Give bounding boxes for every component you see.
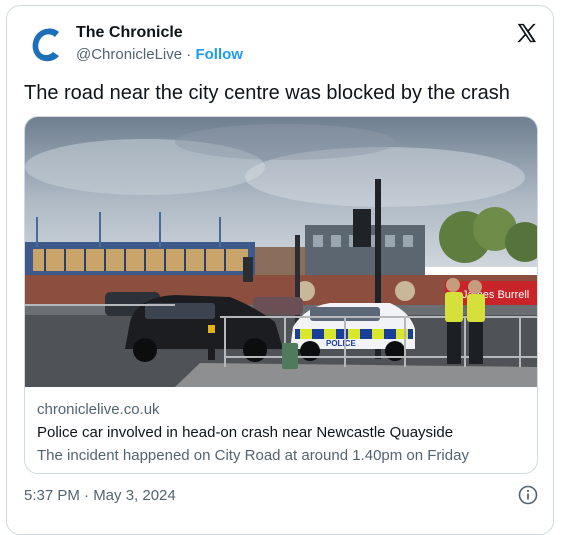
embedded-post-card: The Chronicle @ChronicleLive · Follow Th…	[6, 5, 554, 535]
info-icon[interactable]	[518, 485, 538, 505]
author-handle[interactable]: @ChronicleLive	[76, 46, 182, 63]
link-title: Police car involved in head-on crash nea…	[37, 424, 454, 441]
post-timestamp[interactable]: 5:37 PM · May 3, 2024	[24, 487, 176, 504]
x-logo-icon[interactable]	[515, 22, 537, 44]
post-text: The road near the city centre was blocke…	[24, 82, 510, 104]
police-car-text: POLICE	[326, 339, 356, 348]
follow-button[interactable]: Follow	[195, 46, 243, 63]
chronicle-logo-icon[interactable]	[27, 23, 69, 65]
separator-dot: ·	[186, 46, 192, 63]
crash-scene-photo: James Burrell POLICE	[25, 117, 537, 387]
link-domain: chroniclelive.co.uk	[37, 401, 160, 418]
author-name[interactable]: The Chronicle	[76, 24, 183, 42]
link-description: The incident happened on City Road at ar…	[37, 447, 469, 464]
link-preview-card[interactable]: James Burrell POLICE chroniclelive.co.uk…	[24, 116, 538, 474]
author-handle-row: @ChronicleLive · Follow	[76, 46, 243, 63]
